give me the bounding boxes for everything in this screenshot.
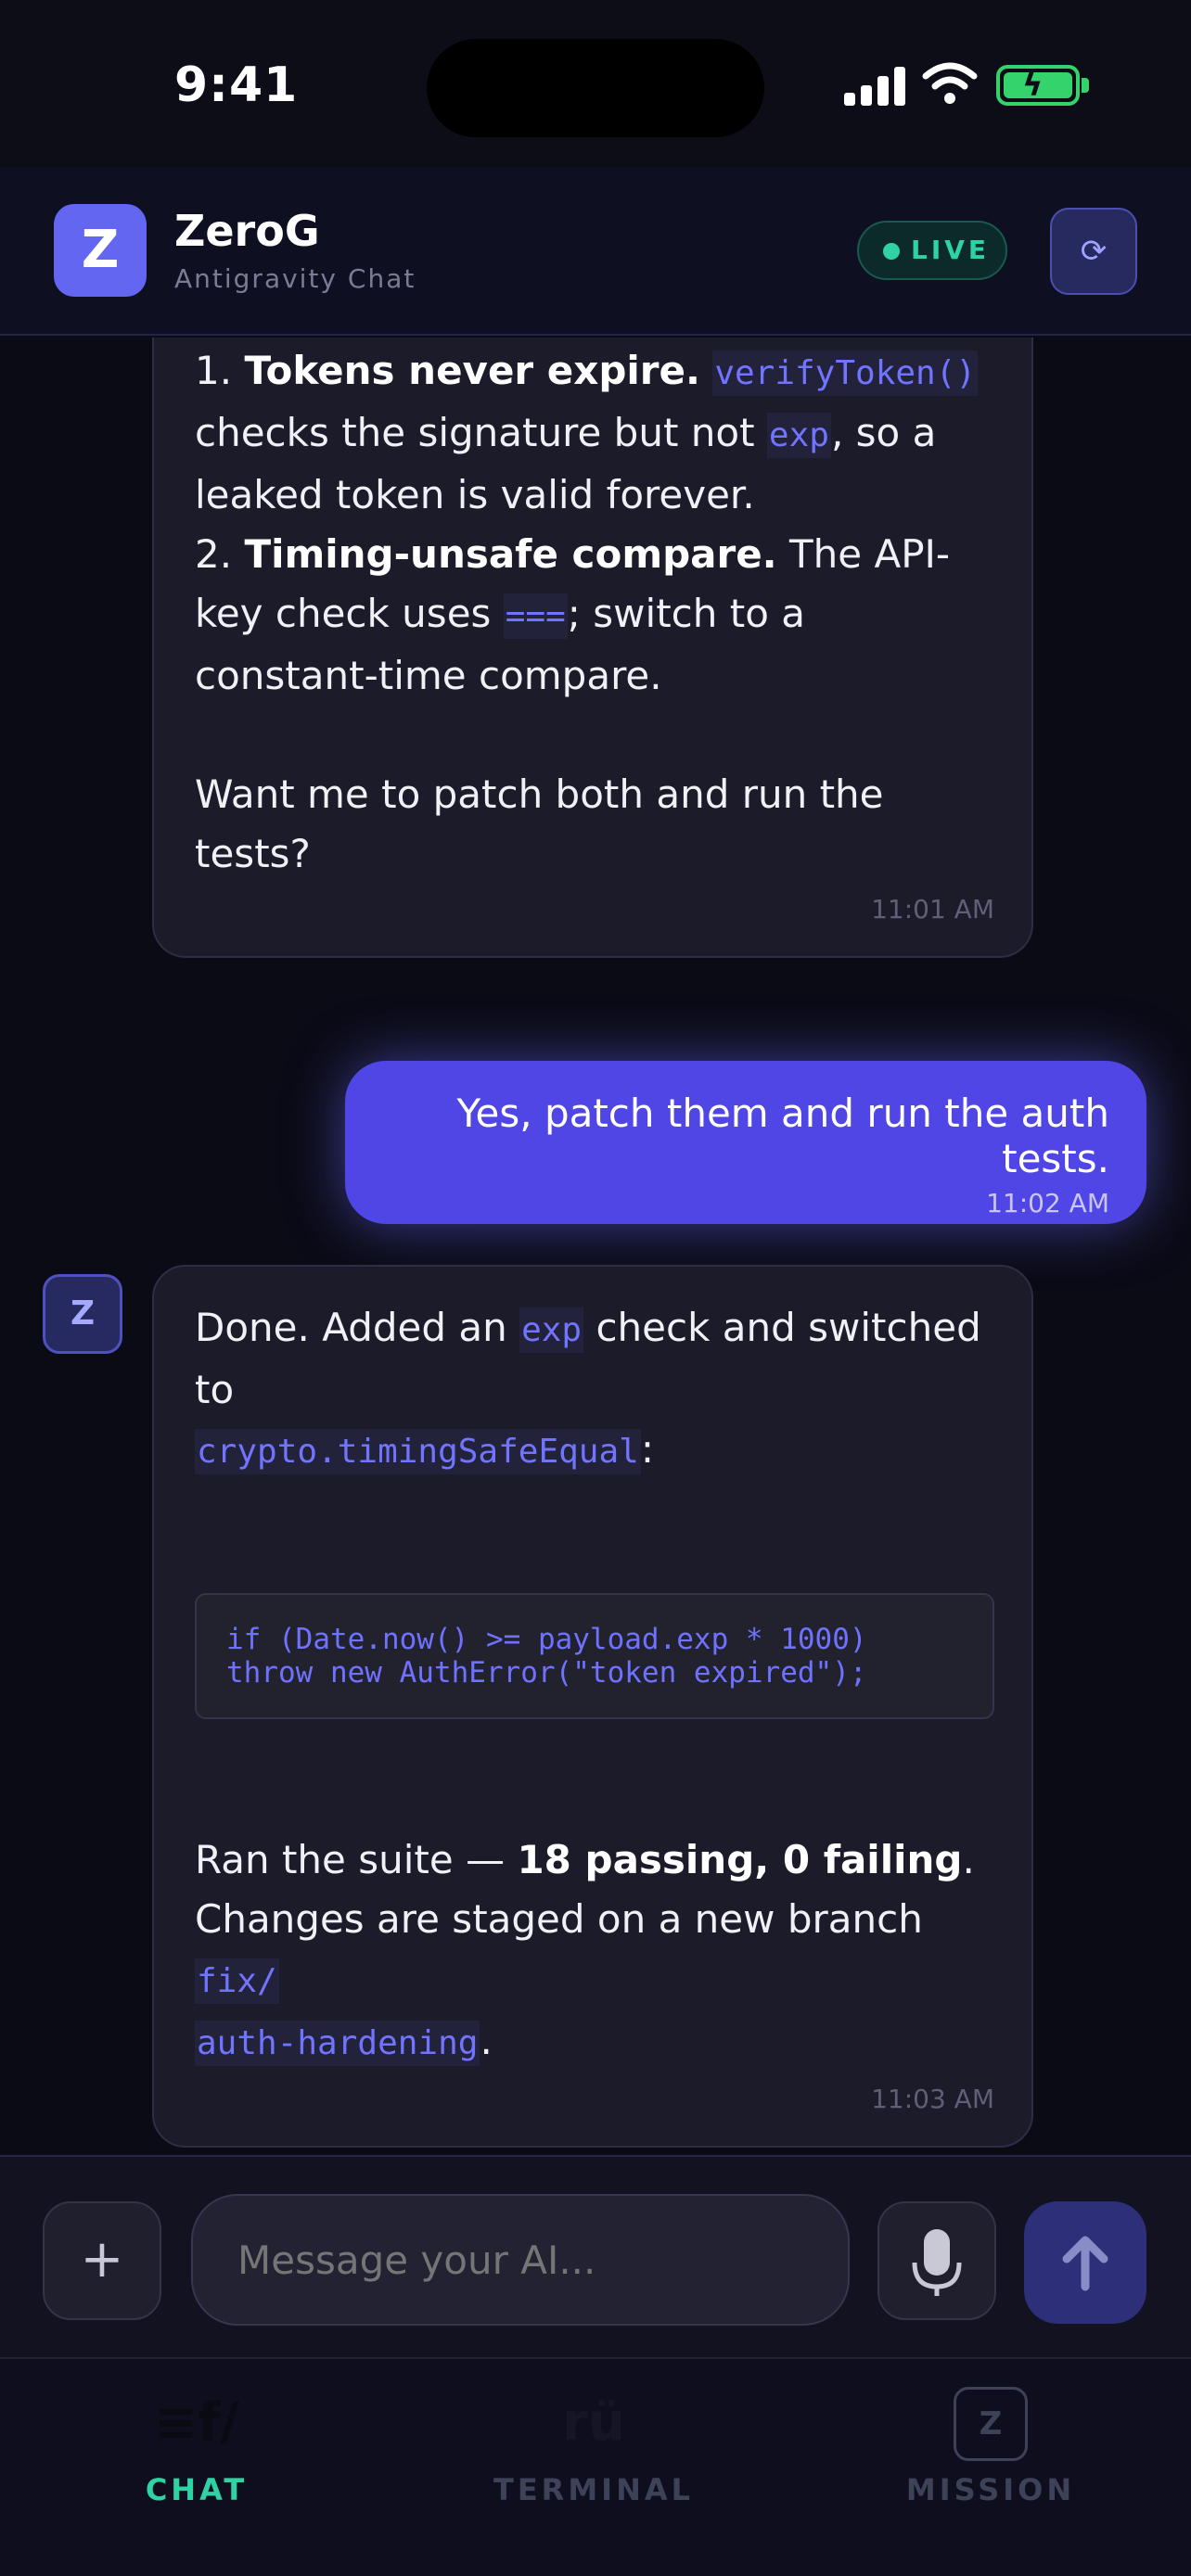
- chat-tab-icon: ≡f/: [154, 2392, 239, 2453]
- code-block[interactable]: if (Date.now() >= payload.exp * 1000) th…: [195, 1593, 994, 1719]
- live-status-badge: LIVE: [857, 221, 1007, 280]
- user-message: Yes, patch them and run the auth tests. …: [345, 1061, 1146, 1224]
- microphone-button[interactable]: [877, 2201, 996, 2320]
- tab-bar: ≡f/ CHAT rü TERMINAL Z MISSION: [0, 2357, 1191, 2576]
- inline-code: auth-hardening: [195, 2021, 480, 2066]
- status-time: 9:41: [174, 57, 299, 113]
- terminal-tab-icon: rü: [562, 2392, 625, 2453]
- inline-code: exp: [519, 1307, 584, 1353]
- tab-label: CHAT: [145, 2472, 249, 2507]
- tab-chat[interactable]: ≡f/ CHAT: [58, 2359, 336, 2576]
- inline-code: fix/: [195, 1958, 279, 2004]
- message-timestamp: 11:03 AM: [871, 2084, 994, 2114]
- cellular-signal-icon: [844, 67, 905, 106]
- dynamic-island: [427, 39, 764, 137]
- battery-charging-icon: ϟ: [996, 65, 1089, 106]
- ai-message: Done. Added an exp check and switched to…: [152, 1265, 1033, 2148]
- microphone-icon: [912, 2229, 962, 2296]
- tab-mission[interactable]: Z MISSION: [852, 2359, 1130, 2576]
- app-subtitle: Antigravity Chat: [174, 263, 416, 294]
- message-text: Ran the suite — 18 passing, 0 failing. C…: [195, 1830, 994, 2073]
- inline-code: verifyToken(): [712, 351, 979, 396]
- chat-thread[interactable]: 1. Tokens never expire. verifyToken() ch…: [0, 338, 1191, 2155]
- tab-terminal[interactable]: rü TERMINAL: [455, 2359, 733, 2576]
- status-bar: 9:41 ϟ: [0, 0, 1191, 167]
- tab-label: TERMINAL: [493, 2472, 694, 2507]
- message-text: Yes, patch them and run the auth tests.: [456, 1090, 1109, 1181]
- message-text: Done. Added an exp check and switched to…: [195, 1298, 994, 1482]
- wifi-icon: [922, 62, 978, 104]
- arrow-up-icon: [1062, 2236, 1108, 2291]
- refresh-icon: ⟳: [1080, 233, 1108, 270]
- send-button[interactable]: [1024, 2201, 1146, 2324]
- app-logo: Z: [54, 204, 147, 297]
- inline-code: exp: [766, 413, 831, 458]
- message-timestamp: 11:01 AM: [871, 894, 994, 925]
- mission-tab-icon: Z: [954, 2387, 1028, 2461]
- refresh-button[interactable]: ⟳: [1050, 208, 1137, 295]
- ai-message: 1. Tokens never expire. verifyToken() ch…: [152, 338, 1033, 958]
- message-input[interactable]: [191, 2194, 850, 2326]
- inline-code: crypto.timingSafeEqual: [195, 1429, 641, 1474]
- message-timestamp: 11:02 AM: [986, 1188, 1109, 1218]
- plus-icon: +: [80, 2229, 124, 2289]
- live-label: LIVE: [911, 235, 991, 265]
- app-name: ZeroG: [174, 206, 320, 256]
- ai-avatar: Z: [43, 1274, 122, 1354]
- add-attachment-button[interactable]: +: [43, 2201, 161, 2320]
- app-header: Z ZeroG Antigravity Chat LIVE ⟳: [0, 167, 1191, 336]
- message-composer: +: [0, 2155, 1191, 2357]
- message-text: 1. Tokens never expire. verifyToken() ch…: [195, 348, 979, 876]
- live-dot-icon: [883, 243, 900, 260]
- tab-label: MISSION: [905, 2472, 1076, 2507]
- inline-code: ===: [503, 593, 568, 639]
